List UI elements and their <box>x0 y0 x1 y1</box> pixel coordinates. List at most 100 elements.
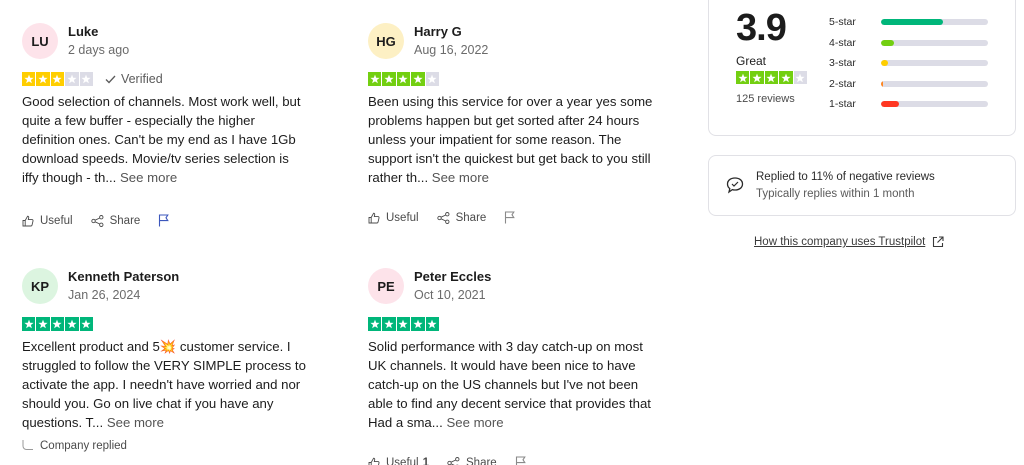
share-label: Share <box>109 214 141 227</box>
thumbs-up-icon <box>368 457 380 465</box>
thumbs-up-icon <box>368 212 380 223</box>
distribution-row[interactable]: 1-star <box>829 94 988 115</box>
report-button[interactable] <box>515 456 532 465</box>
useful-button[interactable]: Useful 1 <box>368 457 429 465</box>
star-icon <box>764 71 779 85</box>
distribution-label: 4-star <box>829 36 856 49</box>
distribution-bar <box>881 39 988 46</box>
reviewer-name[interactable]: Peter Eccles <box>414 268 491 285</box>
distribution-label: 2-star <box>829 77 856 90</box>
distribution-bar-fill <box>881 101 900 108</box>
review-header: KP Kenneth Paterson Jan 26, 2024 <box>22 264 322 308</box>
review-date: Aug 16, 2022 <box>414 43 489 57</box>
distribution-bar <box>881 60 988 67</box>
star-icon <box>79 317 93 331</box>
useful-label: Useful <box>386 211 419 224</box>
review-header: LU Luke 2 days ago <box>22 19 322 63</box>
share-icon <box>447 456 460 465</box>
external-link-icon <box>933 236 944 248</box>
distribution-bar <box>881 80 988 87</box>
useful-button[interactable]: Useful <box>22 215 73 227</box>
review-card: KP Kenneth Paterson Jan 26, 2024 Excelle… <box>22 264 322 432</box>
reviewer-name[interactable]: Kenneth Paterson <box>68 268 179 285</box>
review-header: HG Harry G Aug 16, 2022 <box>368 19 668 63</box>
distribution-label: 3-star <box>829 57 856 70</box>
distribution-bar-fill <box>881 80 884 87</box>
rating-label: Great <box>736 54 767 68</box>
review-count[interactable]: 125 reviews <box>736 93 795 105</box>
see-more-link[interactable]: See more <box>432 170 489 185</box>
verified-badge[interactable]: Verified <box>105 72 163 86</box>
trustpilot-info-link[interactable]: How this company uses Trustpilot <box>754 236 944 248</box>
distribution-row[interactable]: 5-star <box>829 12 988 33</box>
verified-label: Verified <box>120 72 163 86</box>
share-icon <box>90 214 104 227</box>
review-date: Jan 26, 2024 <box>68 288 141 302</box>
share-button[interactable]: Share <box>90 214 141 227</box>
flag-icon <box>515 456 526 465</box>
company-replied-toggle[interactable]: Company replied <box>22 440 127 452</box>
review-actions: Useful 1 Share <box>368 456 550 465</box>
star-icon <box>368 317 382 331</box>
star-icon <box>22 317 36 331</box>
avatar[interactable]: HG <box>368 23 404 59</box>
reviewer-name[interactable]: Luke <box>68 23 129 40</box>
review-date: 2 days ago <box>68 43 130 57</box>
share-label: Share <box>455 211 487 224</box>
distribution-bar <box>881 101 988 108</box>
distribution-row[interactable]: 2-star <box>829 74 988 95</box>
reply-rate-text: Replied to 11% of negative reviews <box>756 171 935 183</box>
review-text-content: Solid performance with 3 day catch-up on… <box>368 339 651 430</box>
reply-stats-card: Replied to 11% of negative reviews Typic… <box>708 155 1016 216</box>
review-card: LU Luke 2 days ago Verified Good selecti… <box>22 19 322 187</box>
star-icon <box>22 72 36 86</box>
review-text: Good selection of channels. Most work we… <box>22 92 307 187</box>
distribution-row[interactable]: 3-star <box>829 53 988 74</box>
see-more-link[interactable]: See more <box>107 415 164 430</box>
reply-time-text: Typically replies within 1 month <box>756 188 915 200</box>
review-text: Excellent product and 5💥 customer servic… <box>22 337 307 432</box>
star-rating <box>22 72 93 86</box>
star-icon <box>779 71 793 85</box>
see-more-link[interactable]: See more <box>446 415 503 430</box>
distribution-bar-fill <box>881 19 944 26</box>
review-actions: Useful Share <box>22 214 193 227</box>
star-icon <box>736 71 750 85</box>
star-icon <box>50 317 65 331</box>
report-button[interactable] <box>504 211 521 224</box>
star-icon <box>65 317 79 331</box>
flag-icon <box>505 211 516 224</box>
distribution-bar <box>881 19 988 26</box>
flag-icon <box>159 214 170 227</box>
useful-label: Useful <box>40 214 73 227</box>
distribution-bar-fill <box>881 39 894 46</box>
share-label: Share <box>466 456 497 465</box>
see-more-link[interactable]: See more <box>120 170 177 185</box>
report-button[interactable] <box>158 214 175 227</box>
distribution-label: 5-star <box>829 16 856 29</box>
review-actions: Useful Share <box>368 211 539 224</box>
reviewer-name[interactable]: Harry G <box>414 23 488 40</box>
avatar[interactable]: LU <box>22 23 58 59</box>
star-rating <box>368 72 439 86</box>
rating-summary-card: 3.9 Great 125 reviews 5-star 4-star 3-star… <box>708 0 1016 136</box>
thumbs-up-icon <box>22 215 34 226</box>
chat-bubble-icon <box>726 177 744 194</box>
trust-score: 3.9 <box>736 7 787 49</box>
avatar[interactable]: PE <box>368 268 404 304</box>
useful-button[interactable]: Useful <box>368 212 419 224</box>
distribution-row[interactable]: 4-star <box>829 33 988 54</box>
star-icon <box>396 72 411 86</box>
share-button[interactable]: Share <box>436 211 487 224</box>
review-text-content: Been using this service for over a year … <box>368 94 653 185</box>
review-text: Been using this service for over a year … <box>368 92 653 187</box>
star-rating <box>368 317 439 331</box>
share-icon <box>436 211 450 224</box>
star-icon <box>425 72 439 86</box>
star-rating <box>22 317 93 331</box>
star-icon <box>425 317 439 331</box>
share-button[interactable]: Share <box>447 457 497 465</box>
star-icon <box>368 72 382 86</box>
review-card: PE Peter Eccles Oct 10, 2021 Solid perfo… <box>368 264 668 432</box>
avatar[interactable]: KP <box>22 268 58 304</box>
